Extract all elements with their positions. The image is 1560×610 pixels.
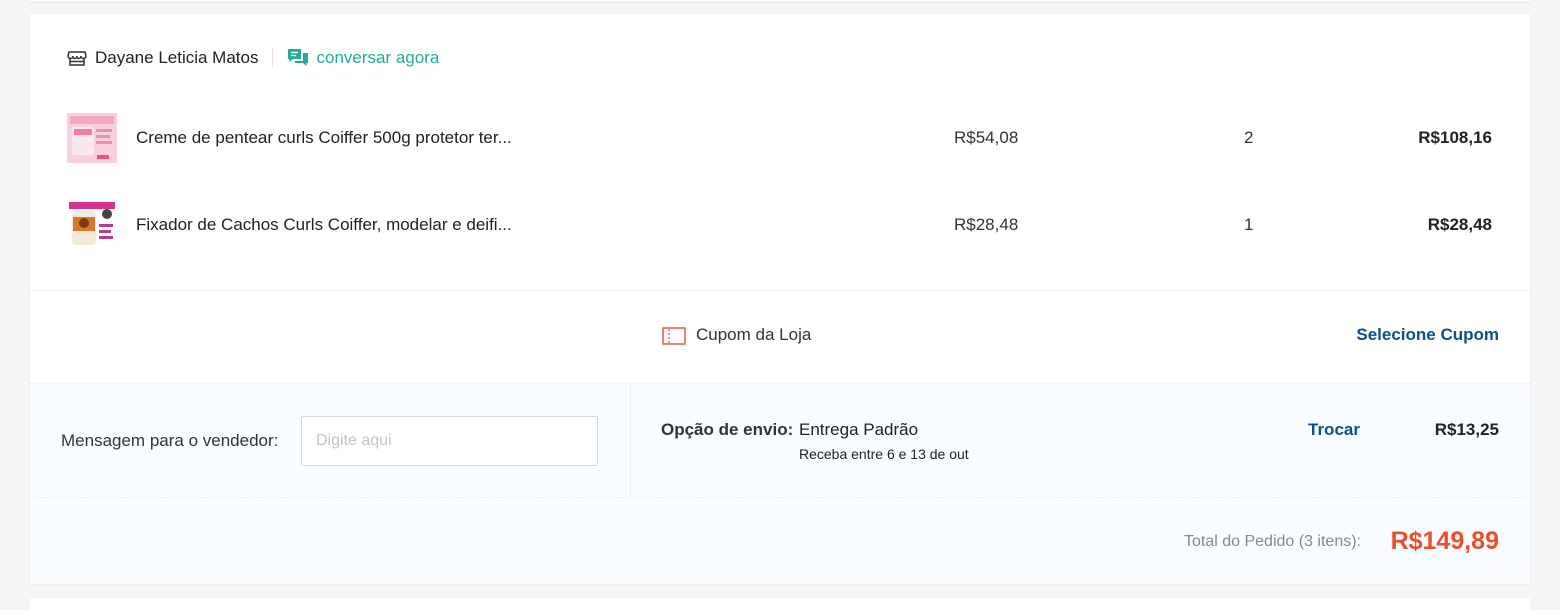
seller-message-label: Mensagem para o vendedor:	[61, 431, 279, 450]
shipping-method: Entrega Padrão	[799, 420, 919, 439]
unit-price: R$54,08	[954, 128, 1019, 147]
shop-coupon-row: Cupom da Loja Selecione Cupom	[30, 291, 1530, 383]
shipping-option-label: Opção de envio:	[661, 420, 794, 439]
item-subtotal: R$28,48	[1427, 215, 1492, 234]
order-item-row: Fixador de Cachos Curls Coiffer, modelar…	[30, 197, 1530, 253]
delivery-estimate: Receba entre 6 e 13 de out	[799, 446, 969, 462]
order-total-label: Total do Pedido (3 itens):	[1184, 533, 1361, 550]
quantity: 1	[1244, 215, 1254, 234]
product-name[interactable]: Fixador de Cachos Curls Coiffer, modelar…	[136, 215, 512, 235]
shop-header: Dayane Leticia Matos conversar agora	[67, 46, 439, 70]
chat-now-label: conversar agora	[316, 48, 440, 67]
chat-icon	[288, 49, 309, 66]
unit-price: R$28,48	[954, 215, 1019, 234]
shop-name[interactable]: Dayane Leticia Matos	[95, 48, 258, 68]
previous-card-edge	[30, 0, 1530, 2]
change-shipping-button[interactable]: Trocar	[1308, 420, 1360, 440]
section-vertical-divider	[630, 384, 631, 498]
product-thumbnail[interactable]	[67, 200, 117, 250]
item-subtotal: R$108,16	[1418, 128, 1492, 147]
quantity: 2	[1244, 128, 1254, 147]
product-name[interactable]: Creme de pentear curls Coiffer 500g prot…	[136, 128, 512, 148]
message-shipping-section: Mensagem para o vendedor: Opção de envio…	[30, 383, 1530, 498]
seller-message-area: Mensagem para o vendedor:	[30, 384, 630, 498]
order-item-row: Creme de pentear curls Coiffer 500g prot…	[30, 110, 1530, 166]
order-shop-card: Dayane Leticia Matos conversar agora Cre…	[30, 14, 1530, 584]
shipping-price: R$13,25	[1434, 420, 1499, 439]
header-divider	[272, 48, 274, 68]
select-coupon-button[interactable]: Selecione Cupom	[1356, 325, 1499, 345]
order-total-value: R$149,89	[1390, 527, 1499, 555]
product-thumbnail[interactable]	[67, 113, 117, 163]
order-total-row: Total do Pedido (3 itens): R$149,89	[30, 497, 1530, 584]
chat-now-button[interactable]: conversar agora	[287, 48, 439, 68]
seller-message-input[interactable]	[301, 416, 598, 466]
voucher-icon	[662, 327, 686, 345]
shop-coupon-label: Cupom da Loja	[696, 325, 812, 344]
store-icon	[67, 51, 87, 66]
next-card-edge	[30, 598, 1530, 610]
